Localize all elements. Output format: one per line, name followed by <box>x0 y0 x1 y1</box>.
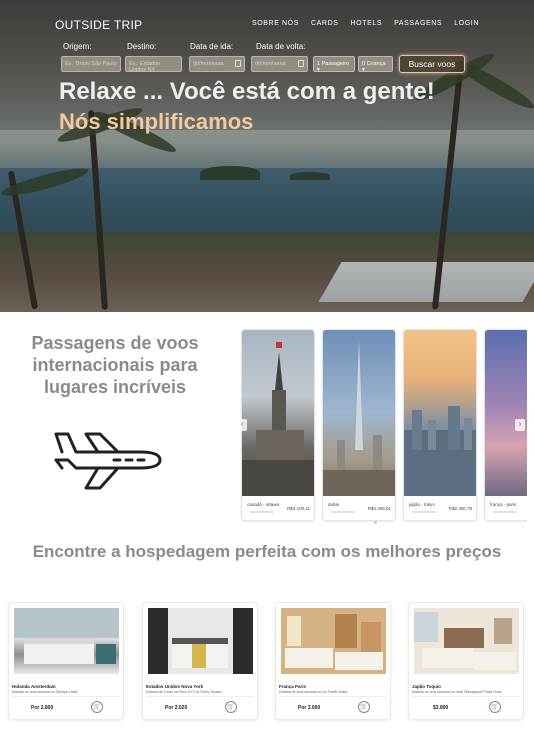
flights-carousel: canadá - ottawa voo econômico R$3.100,11… <box>237 326 527 526</box>
hero-subline: Nós simplificamos <box>59 109 254 134</box>
shopping-cart-icon[interactable]: 🛒 <box>358 701 370 713</box>
hotel-name: Japão Toquio <box>412 684 441 689</box>
children-select[interactable]: 0 Criança ▾ <box>358 56 393 73</box>
brand-logo[interactable]: OUTSIDE TRIP <box>55 18 142 32</box>
hotel-card[interactable]: Japão Toquio Estadia de uma semana no ho… <box>408 602 524 720</box>
hotel-name: Estados Unidos Nova York <box>146 684 204 689</box>
depart-label: Data de ida: <box>190 42 234 51</box>
hotel-price: $3.800 <box>433 705 449 711</box>
hotel-description: Estadia de 4 dias em Row NYC at Times Sq… <box>146 690 222 694</box>
hotel-price: Por 2.800 <box>31 705 54 711</box>
hotel-image-amsterdam <box>14 608 119 674</box>
nav-hotels[interactable]: HOTELS <box>351 20 383 27</box>
divider <box>412 696 520 697</box>
chevron-left-icon[interactable]: ‹ <box>237 419 247 431</box>
origin-input[interactable]: Ex.: Brasil São Paulo <box>61 56 121 72</box>
hotel-card[interactable]: Estados Unidos Nova York Estadia de 4 di… <box>142 602 258 720</box>
hotel-price: Por 3.000 <box>298 705 321 711</box>
return-label: Data de volta: <box>256 42 306 51</box>
search-flights-button[interactable]: Buscar voos <box>399 55 465 73</box>
origin-label: Origem: <box>63 42 92 51</box>
hero-pool <box>318 262 534 302</box>
flight-destination: dubai <box>328 502 340 507</box>
hotel-description: Estadia de uma semana no Olympic Hotel <box>12 690 78 694</box>
flight-destination: frança - paris <box>490 502 517 507</box>
flights-section-title: Passagens de voos internacionais para lu… <box>31 333 199 397</box>
flight-card[interactable]: dubai voo econômico R$4.305,01 <box>322 329 396 521</box>
airplane-icon <box>48 412 174 516</box>
flight-image-tokyo <box>404 330 476 496</box>
divider <box>146 696 254 697</box>
flight-image-dubai <box>323 330 395 496</box>
hotel-name: Holanda Amsterdam <box>12 684 56 689</box>
shopping-cart-icon[interactable]: 🛒 <box>91 701 103 713</box>
hotel-image-tokyo <box>414 608 519 674</box>
flight-class: voo econômico <box>331 510 355 514</box>
flight-price: R$2.350,79 <box>448 506 472 511</box>
hero-headline: Relaxe ... Você está com a gente! <box>59 78 435 105</box>
hotel-price: Por 2.020 <box>165 705 188 711</box>
flight-destination: canadá - ottawa <box>247 502 280 507</box>
hero-banner: OUTSIDE TRIP SOBRE NÓS CARDS HOTELS PASS… <box>0 0 534 312</box>
hotel-card[interactable]: França Paris Estadia de uma semana no Au… <box>275 602 391 720</box>
hotel-card[interactable]: Holanda Amsterdam Estadia de uma semana … <box>8 602 124 720</box>
flight-price: R$4.305,01 <box>367 506 391 511</box>
flight-class: voo econômico <box>250 510 274 514</box>
passengers-select[interactable]: 1 Passageiro ▾ <box>313 56 355 73</box>
flight-class: voo econômico <box>412 510 436 514</box>
calendar-icon[interactable] <box>298 60 304 67</box>
shopping-cart-icon[interactable]: 🛒 <box>225 701 237 713</box>
hero-island <box>290 172 330 180</box>
destination-label: Destino: <box>127 42 157 51</box>
hotel-image-new-york <box>148 608 253 674</box>
hotels-section-title: Encontre a hospedagem perfeita com os me… <box>32 542 502 561</box>
flight-image-paris <box>485 330 527 496</box>
carousel-indicator[interactable] <box>374 521 377 524</box>
nav-passagens[interactable]: PASSAGENS <box>394 20 442 27</box>
destination-input[interactable]: Ex.: Estados Unidos NY <box>125 56 182 73</box>
flight-image-ottawa <box>242 330 314 496</box>
hero-sea <box>0 168 534 238</box>
hotel-image-paris <box>281 608 386 674</box>
flight-price: R$3.100,11 <box>287 506 310 511</box>
flight-card[interactable]: canadá - ottawa voo econômico R$3.100,11 <box>241 329 315 521</box>
depart-date-text: dd/mm/aaaa <box>193 61 224 67</box>
flight-class: voo econômico <box>493 510 517 514</box>
hero-island <box>200 166 260 180</box>
flight-card[interactable]: japão - tokyo voo econômico R$2.350,79 <box>403 329 477 521</box>
main-nav: SOBRE NÓS CARDS HOTELS PASSAGENS LOGIN <box>252 20 479 27</box>
shopping-cart-icon[interactable]: 🛒 <box>489 701 501 713</box>
nav-cards[interactable]: CARDS <box>311 20 339 27</box>
hotel-name: França Paris <box>279 684 307 689</box>
nav-sobre-nos[interactable]: SOBRE NÓS <box>252 20 299 27</box>
nav-login[interactable]: LOGIN <box>454 20 479 27</box>
chevron-right-icon[interactable]: › <box>515 419 525 431</box>
hotel-description: Estadia de uma semana no Au Pacific Hote… <box>279 690 348 694</box>
divider <box>12 696 120 697</box>
children-value: 0 Criança <box>362 61 386 67</box>
return-date-input[interactable]: dd/mm/aaaa <box>251 56 308 72</box>
search-form-labels: Origem: Destino: Data de ida: Data de vo… <box>0 42 534 54</box>
hotel-description: Estadia de uma semana no hotel Shinagawa… <box>412 690 502 694</box>
return-date-text: dd/mm/aaaa <box>255 61 286 67</box>
flight-destination: japão - tokyo <box>409 502 435 507</box>
calendar-icon[interactable] <box>235 60 241 67</box>
passengers-value: 1 Passageiro <box>317 61 350 67</box>
depart-date-input[interactable]: dd/mm/aaaa <box>189 56 245 72</box>
divider <box>279 696 387 697</box>
